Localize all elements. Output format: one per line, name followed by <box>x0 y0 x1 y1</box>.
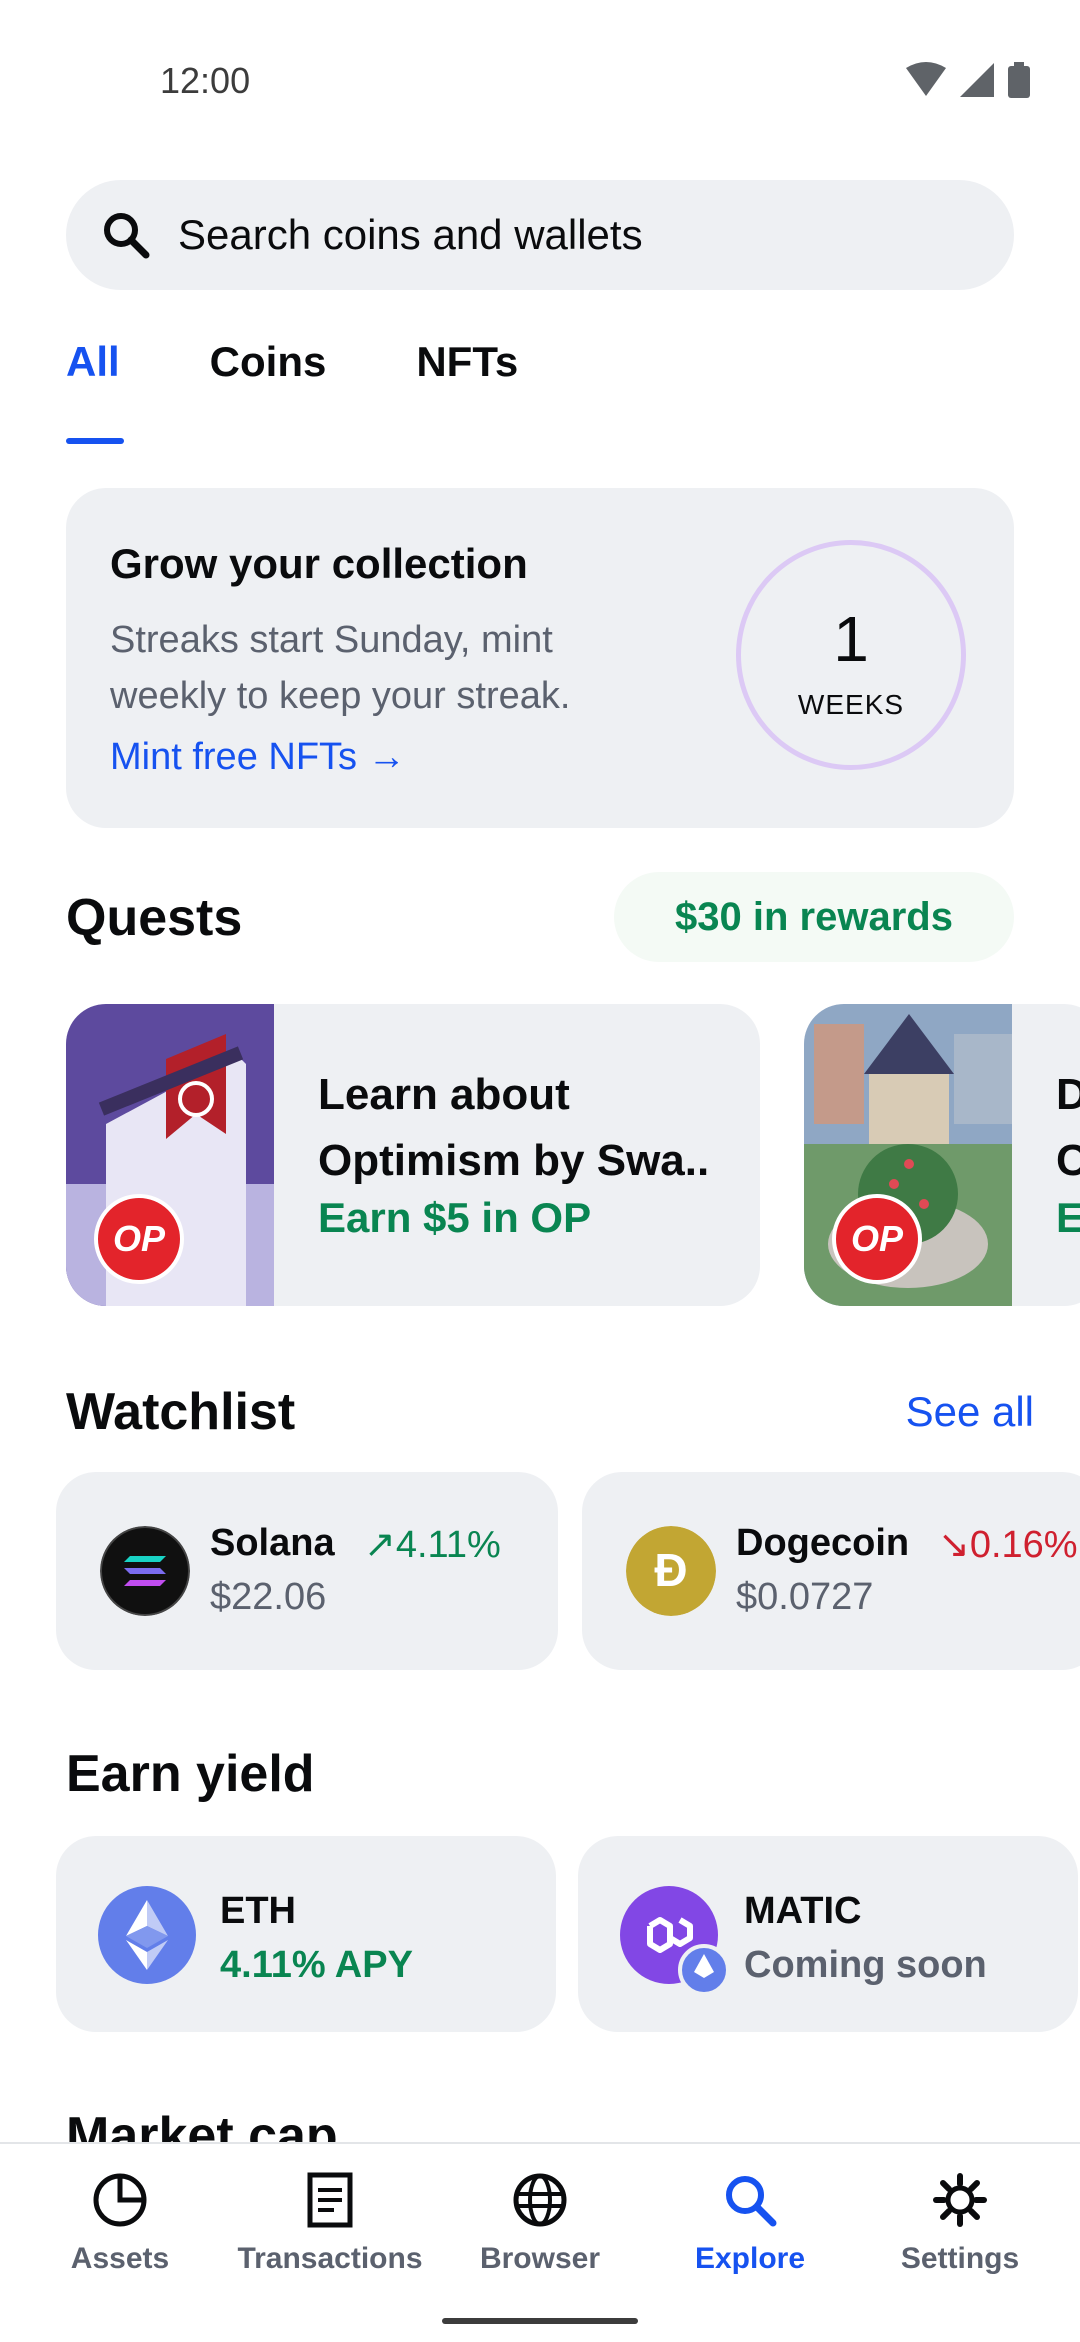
polygon-icon <box>620 1886 730 1996</box>
dogecoin-icon: Ð <box>626 1526 716 1616</box>
search-icon <box>726 2176 777 2227</box>
tab-all[interactable]: All <box>66 338 120 386</box>
search-bar[interactable]: Search coins and wallets <box>66 180 1014 290</box>
coin-name: Solana <box>210 1522 335 1564</box>
watchlist-title: Watchlist <box>66 1383 296 1441</box>
earn-status: Coming soon <box>744 1944 987 1986</box>
mint-nfts-link[interactable]: Mint free NFTs → <box>110 736 406 779</box>
watchlist-item[interactable]: Ð Dogecoin $0.0727 ↘0.16% <box>582 1472 1080 1670</box>
streak-count: 1 <box>833 603 869 675</box>
tab-nfts[interactable]: NFTs <box>416 338 518 386</box>
streak-card[interactable]: Grow your collection Streaks start Sunda… <box>66 488 1014 828</box>
coin-change: ↘0.16% <box>938 1524 1078 1566</box>
quest-reward: E <box>1056 1194 1080 1241</box>
nav-label: Browser <box>479 2242 601 2275</box>
watchlist-item[interactable]: Solana $22.06 ↗4.11% <box>56 1472 558 1670</box>
streak-title: Grow your collection <box>110 540 528 587</box>
nav-label: Settings <box>900 2242 1020 2275</box>
status-time: 12:00 <box>160 60 251 101</box>
gear-icon <box>933 2173 987 2227</box>
bottom-nav: Assets Transactions Browser Explore Sett… <box>0 2142 1080 2342</box>
coin-price: $22.06 <box>210 1576 327 1618</box>
nav-label: Explore <box>694 2242 806 2275</box>
home-indicator <box>442 2318 638 2324</box>
signal-icon <box>960 63 994 97</box>
nav-settings[interactable]: Settings <box>852 2172 1068 2276</box>
see-all-link[interactable]: See all <box>906 1388 1034 1436</box>
solana-icon <box>100 1526 190 1616</box>
nav-label: Assets <box>70 2242 170 2275</box>
earn-apy: 4.11% APY <box>220 1944 413 1986</box>
nav-label: Transactions <box>237 2242 423 2275</box>
quest-title: Learn about Optimism by Swa.. <box>318 1070 710 1185</box>
coin-change: ↗4.11% <box>364 1524 501 1566</box>
tab-bar: All Coins NFTs <box>66 338 608 386</box>
op-token-icon: OP <box>94 1194 184 1284</box>
quest-title: D C <box>1056 1070 1080 1185</box>
earn-asset-name: MATIC <box>744 1890 862 1932</box>
earn-asset-name: ETH <box>220 1890 296 1932</box>
nav-explore[interactable]: Explore <box>642 2172 858 2276</box>
nav-assets[interactable]: Assets <box>12 2172 228 2276</box>
battery-icon <box>1008 62 1030 98</box>
quests-title: Quests <box>66 889 243 947</box>
coin-name: Dogecoin <box>736 1522 910 1564</box>
earn-item[interactable]: MATIC Coming soon <box>578 1836 1078 2032</box>
rewards-badge[interactable]: $30 in rewards <box>614 872 1014 962</box>
quest-card[interactable]: OP D C E <box>804 1004 1080 1306</box>
op-token-icon: OP <box>832 1194 922 1284</box>
document-icon <box>307 2172 353 2228</box>
earn-yield-title: Earn yield <box>66 1745 315 1803</box>
status-icons <box>906 62 1030 98</box>
pie-chart-icon <box>93 2173 147 2227</box>
streak-unit: WEEKS <box>797 689 905 720</box>
wifi-icon <box>906 62 946 96</box>
active-tab-indicator <box>66 438 124 444</box>
nav-transactions[interactable]: Transactions <box>222 2172 438 2276</box>
coin-price: $0.0727 <box>736 1576 874 1618</box>
quest-reward: Earn $5 in OP <box>318 1194 592 1241</box>
search-icon <box>104 213 150 259</box>
svg-text:Ð: Ð <box>654 1544 687 1596</box>
quest-card[interactable]: OP Learn about Optimism by Swa.. Earn $5… <box>66 1004 760 1306</box>
streak-counter: 1 WEEKS <box>736 540 966 770</box>
earn-item[interactable]: ETH 4.11% APY <box>56 1836 556 2032</box>
tab-coins[interactable]: Coins <box>210 338 327 386</box>
streak-description: Streaks start Sunday, mint weekly to kee… <box>110 619 571 717</box>
search-placeholder: Search coins and wallets <box>178 211 643 258</box>
globe-icon <box>513 2173 567 2227</box>
ethereum-icon <box>98 1886 196 1984</box>
nav-browser[interactable]: Browser <box>432 2172 648 2276</box>
